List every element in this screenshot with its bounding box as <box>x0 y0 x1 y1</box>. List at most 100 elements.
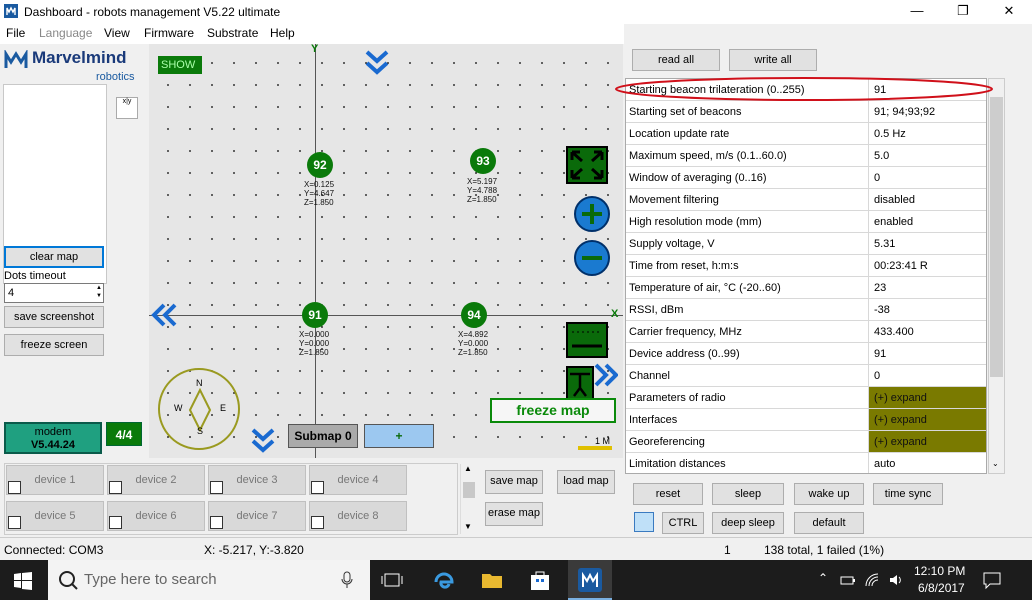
submap-button[interactable]: Submap 0 <box>288 424 358 448</box>
file-explorer-icon[interactable] <box>480 568 504 592</box>
property-row[interactable]: Channel 0 <box>626 365 986 387</box>
property-row[interactable]: Device address (0..99) 91 <box>626 343 986 365</box>
scroll-down-chevron-icon[interactable] <box>250 426 276 456</box>
property-value[interactable]: 23 <box>868 277 986 298</box>
scroll-up-chevron-icon[interactable] <box>364 48 390 78</box>
beacon-93[interactable]: 93 <box>470 148 496 174</box>
write-all-button[interactable]: write all <box>729 49 817 71</box>
beacon-94[interactable]: 94 <box>461 302 487 328</box>
property-row[interactable]: Temperature of air, °C (-20..60) 23 <box>626 277 986 299</box>
dots-timeout-stepper[interactable]: 4 ▲ ▼ <box>4 283 104 303</box>
menu-file[interactable]: File <box>6 26 25 40</box>
menu-substrate[interactable]: Substrate <box>207 26 258 40</box>
minimize-button[interactable]: — <box>894 0 940 24</box>
properties-scroll-down-icon[interactable]: ⌄ <box>992 459 999 468</box>
store-icon[interactable] <box>528 568 552 592</box>
deep-sleep-button[interactable]: deep sleep <box>712 512 784 534</box>
property-row[interactable]: Starting set of beacons 91; 94;93;92 <box>626 101 986 123</box>
fit-to-screen-button[interactable] <box>566 146 608 184</box>
erase-map-button[interactable]: erase map <box>485 502 543 526</box>
device-6-checkbox[interactable] <box>109 516 122 529</box>
property-expand-cell[interactable]: (+) expand <box>868 409 986 430</box>
marvelmind-taskbar-button[interactable] <box>568 560 612 600</box>
show-hidden-icons-icon[interactable]: ⌃ <box>818 571 828 585</box>
device-1-checkbox[interactable] <box>8 481 21 494</box>
axis-toggle-icon[interactable]: x|y <box>116 97 138 119</box>
property-row[interactable]: Limitation distances auto <box>626 453 986 473</box>
property-expand-cell[interactable]: (+) expand <box>868 387 986 408</box>
freeze-map-button[interactable]: freeze map <box>490 398 616 423</box>
property-row[interactable]: Supply voltage, V 5.31 <box>626 233 986 255</box>
taskbar-time[interactable]: 12:10 PM <box>914 564 965 578</box>
property-row[interactable]: Time from reset, h:m:s 00:23:41 R <box>626 255 986 277</box>
property-row[interactable]: Movement filtering disabled <box>626 189 986 211</box>
wake-up-button[interactable]: wake up <box>794 483 864 505</box>
property-value[interactable]: enabled <box>868 211 986 232</box>
scroll-down-arrow-icon[interactable]: ▼ <box>464 522 472 531</box>
device-2-checkbox[interactable] <box>109 481 122 494</box>
device-4-checkbox[interactable] <box>311 481 324 494</box>
add-submap-button[interactable]: + <box>364 424 434 448</box>
floor-view-button[interactable] <box>566 322 608 358</box>
taskbar-search-box[interactable]: Type here to search <box>48 560 370 600</box>
property-value[interactable]: disabled <box>868 189 986 210</box>
property-value[interactable]: 5.0 <box>868 145 986 166</box>
device-scrollbar[interactable]: ▲ ▼ <box>460 464 476 534</box>
maximize-button[interactable]: ❐ <box>940 0 986 24</box>
device-3-checkbox[interactable] <box>210 481 223 494</box>
zoom-in-button[interactable] <box>574 196 610 232</box>
stepper-arrows-icon[interactable]: ▲ ▼ <box>96 284 102 300</box>
close-button[interactable]: ✕ <box>986 0 1032 24</box>
action-center-icon[interactable] <box>982 570 1002 590</box>
ctrl-indicator[interactable] <box>634 512 654 532</box>
property-value[interactable]: 00:23:41 R <box>868 255 986 276</box>
freeze-screen-button[interactable]: freeze screen <box>4 334 104 356</box>
properties-scrollbar[interactable]: ⌄ <box>988 78 1005 474</box>
ctrl-button[interactable]: CTRL <box>662 512 704 534</box>
default-button[interactable]: default <box>794 512 864 534</box>
modem-button[interactable]: modem V5.44.24 <box>4 422 102 454</box>
property-value[interactable]: 0 <box>868 365 986 386</box>
property-value[interactable]: auto <box>868 453 986 473</box>
clear-map-button[interactable]: clear map <box>4 246 104 268</box>
property-row[interactable]: RSSI, dBm -38 <box>626 299 986 321</box>
property-row[interactable]: Carrier frequency, MHz 433.400 <box>626 321 986 343</box>
edge-browser-icon[interactable] <box>432 568 456 592</box>
scroll-up-arrow-icon[interactable]: ▲ <box>464 464 472 473</box>
show-button[interactable]: SHOW <box>158 56 202 74</box>
microphone-icon[interactable] <box>341 571 353 589</box>
property-row[interactable]: Location update rate 0.5 Hz <box>626 123 986 145</box>
windows-start-icon[interactable] <box>14 572 32 590</box>
reset-button[interactable]: reset <box>633 483 703 505</box>
scroll-left-chevron-icon[interactable] <box>150 302 180 328</box>
property-value[interactable]: 91; 94;93;92 <box>868 101 986 122</box>
task-view-icon[interactable] <box>380 568 404 592</box>
property-value[interactable]: 91 <box>868 343 986 364</box>
menu-language[interactable]: Language <box>39 26 92 40</box>
property-row[interactable]: Maximum speed, m/s (0.1..60.0) 5.0 <box>626 145 986 167</box>
wifi-icon[interactable] <box>864 572 880 588</box>
property-value[interactable]: 0 <box>868 167 986 188</box>
device-5-checkbox[interactable] <box>8 516 21 529</box>
property-value[interactable]: 5.31 <box>868 233 986 254</box>
battery-icon[interactable] <box>840 572 856 588</box>
property-row[interactable]: High resolution mode (mm) enabled <box>626 211 986 233</box>
property-row[interactable]: Parameters of radio (+) expand <box>626 387 986 409</box>
property-row[interactable]: Window of averaging (0..16) 0 <box>626 167 986 189</box>
person-view-button[interactable] <box>566 366 594 402</box>
scroll-right-chevron-icon[interactable] <box>592 362 618 388</box>
zoom-out-button[interactable] <box>574 240 610 276</box>
menu-firmware[interactable]: Firmware <box>144 26 194 40</box>
property-value[interactable]: 433.400 <box>868 321 986 342</box>
menu-view[interactable]: View <box>104 26 130 40</box>
taskbar-date[interactable]: 6/8/2017 <box>918 581 965 595</box>
menu-help[interactable]: Help <box>270 26 295 40</box>
beacon-92[interactable]: 92 <box>307 152 333 178</box>
volume-icon[interactable] <box>888 572 904 588</box>
property-row[interactable]: Georeferencing (+) expand <box>626 431 986 453</box>
properties-scroll-thumb[interactable] <box>990 97 1003 377</box>
scroll-thumb[interactable] <box>463 482 475 498</box>
time-sync-button[interactable]: time sync <box>873 483 943 505</box>
property-value[interactable]: 0.5 Hz <box>868 123 986 144</box>
property-value[interactable]: -38 <box>868 299 986 320</box>
